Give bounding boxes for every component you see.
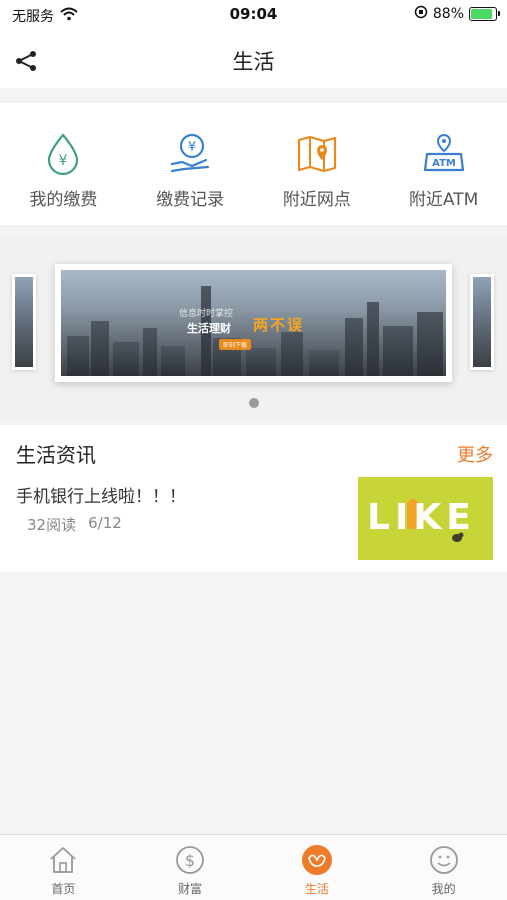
tab-label: 生活 — [304, 882, 329, 896]
svg-text:¥: ¥ — [188, 140, 196, 155]
quick-label: 附近网点 — [282, 190, 351, 210]
carousel-next-slide[interactable] — [470, 274, 494, 370]
battery-level — [471, 9, 493, 19]
atm-location-icon: ATM — [421, 131, 467, 177]
carousel-prev-slide[interactable] — [12, 274, 36, 370]
tab-label: 我的 — [431, 882, 456, 896]
banner-line2: 生活理财 — [187, 322, 231, 335]
quick-item-nearby-branch[interactable]: 附近网点 — [254, 103, 381, 225]
nav-bar: 生活 — [0, 30, 507, 88]
news-section: 生活资讯 更多 手机银行上线啦！！！ 32阅读 6/12 LIKE — [0, 425, 507, 572]
tab-wealth[interactable]: $ 财富 — [127, 835, 254, 900]
home-icon — [47, 844, 79, 876]
quick-item-payment-record[interactable]: ¥ 缴费记录 — [127, 103, 254, 225]
news-more-link[interactable]: 更多 — [457, 441, 493, 467]
news-item-meta: 32阅读 6/12 — [27, 514, 122, 535]
tab-home[interactable]: 首页 — [0, 835, 127, 900]
quick-label: 缴费记录 — [156, 190, 225, 210]
banner-line1: 信息时时掌控 — [179, 309, 234, 319]
carousel-main-slide[interactable]: 信息时时掌控 生活理财 两不误 即刻下载 — [55, 264, 452, 382]
tab-label: 财富 — [178, 882, 203, 896]
life-icon — [301, 844, 333, 876]
battery-icon — [469, 7, 500, 21]
news-section-title: 生活资讯 — [16, 443, 96, 467]
orientation-lock-icon — [414, 5, 428, 23]
quick-item-my-payment[interactable]: ¥ 我的缴费 — [0, 103, 127, 225]
banner-image: 信息时时掌控 生活理财 两不误 即刻下载 — [61, 270, 446, 376]
news-item-thumbnail: LIKE — [358, 477, 493, 560]
news-item-reads: 32阅读 — [27, 516, 77, 534]
quick-label: 附近ATM — [408, 190, 479, 210]
carousel-page-indicator — [249, 398, 259, 408]
banner-highlight: 两不误 — [253, 316, 305, 334]
svg-text:$: $ — [185, 851, 195, 870]
quick-actions: ¥ 我的缴费 ¥ 缴费记录 附近网点 ATM 附近ATM — [0, 103, 507, 225]
profile-icon — [428, 844, 460, 876]
page-title: 生活 — [232, 50, 275, 74]
payment-drop-icon: ¥ — [40, 131, 86, 177]
payment-record-icon: ¥ — [167, 131, 213, 177]
tab-label: 首页 — [51, 882, 76, 896]
tab-bar: 首页 $ 财富 生活 我的 — [0, 834, 507, 900]
status-right: 88% — [414, 5, 500, 23]
map-pin-icon — [294, 131, 340, 177]
battery-percent: 88% — [432, 6, 464, 22]
news-item-title: 手机银行上线啦！！！ — [16, 487, 186, 507]
status-bar: 无服务 09:04 88% — [0, 0, 507, 30]
svg-text:¥: ¥ — [59, 153, 68, 169]
banner-carousel[interactable]: 信息时时掌控 生活理财 两不误 即刻下载 — [0, 238, 507, 422]
tab-profile[interactable]: 我的 — [380, 835, 507, 900]
quick-label: 我的缴费 — [29, 190, 98, 210]
news-item-date: 6/12 — [88, 514, 122, 532]
quick-item-nearby-atm[interactable]: ATM 附近ATM — [380, 103, 507, 225]
wealth-icon: $ — [174, 844, 206, 876]
banner-download-button: 即刻下载 — [219, 339, 252, 350]
bird-icon — [452, 532, 464, 542]
tab-life[interactable]: 生活 — [254, 835, 381, 900]
svg-text:ATM: ATM — [432, 158, 456, 169]
